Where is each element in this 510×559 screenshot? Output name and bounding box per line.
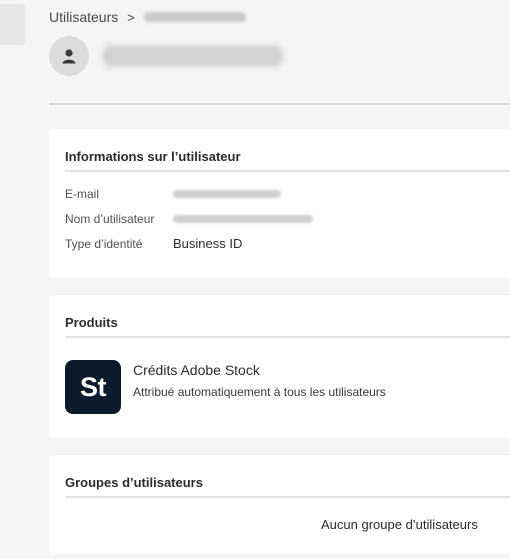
- no-groups-message: Aucun groupe d’utilisateurs: [321, 517, 478, 532]
- breadcrumb-current-user-redacted: [143, 12, 246, 22]
- user-info-title: Informations sur l’utilisateur: [65, 149, 241, 164]
- user-groups-title: Groupes d’utilisateurs: [65, 475, 203, 490]
- breadcrumb: Utilisateurs >: [49, 8, 246, 26]
- email-value-redacted: [173, 190, 281, 198]
- products-card: Produits St Crédits Adobe Stock Attribué…: [49, 295, 510, 438]
- username-value-redacted: [173, 215, 313, 223]
- page-title-redacted: [103, 45, 283, 67]
- info-row-email: E-mail: [65, 187, 281, 201]
- user-icon: [62, 49, 76, 64]
- username-label: Nom d’utilisateur: [65, 212, 155, 226]
- products-title: Produits: [65, 315, 118, 330]
- product-description: Attribué automatiquement à tous les util…: [133, 385, 386, 399]
- rail-tab[interactable]: [0, 4, 25, 45]
- left-rail: [0, 0, 25, 559]
- email-label: E-mail: [65, 187, 100, 201]
- user-groups-card: Groupes d’utilisateurs Aucun groupe d’ut…: [49, 455, 510, 554]
- card-divider: [65, 496, 510, 498]
- adobe-stock-icon: St: [65, 360, 121, 414]
- breadcrumb-users-link[interactable]: Utilisateurs: [49, 9, 118, 25]
- card-divider: [65, 336, 510, 338]
- identity-type-value: Business ID: [173, 236, 243, 251]
- info-row-username: Nom d’utilisateur: [65, 212, 313, 226]
- product-name[interactable]: Crédits Adobe Stock: [133, 362, 260, 378]
- user-header: [49, 36, 283, 76]
- user-info-card: Informations sur l’utilisateur E-mail No…: [49, 129, 510, 278]
- identity-type-label: Type d’identité: [65, 236, 143, 251]
- avatar: [49, 36, 89, 76]
- info-row-identity-type: Type d’identité Business ID: [65, 236, 242, 251]
- header-divider: [49, 103, 510, 105]
- breadcrumb-separator: >: [127, 9, 135, 25]
- card-divider: [65, 170, 510, 172]
